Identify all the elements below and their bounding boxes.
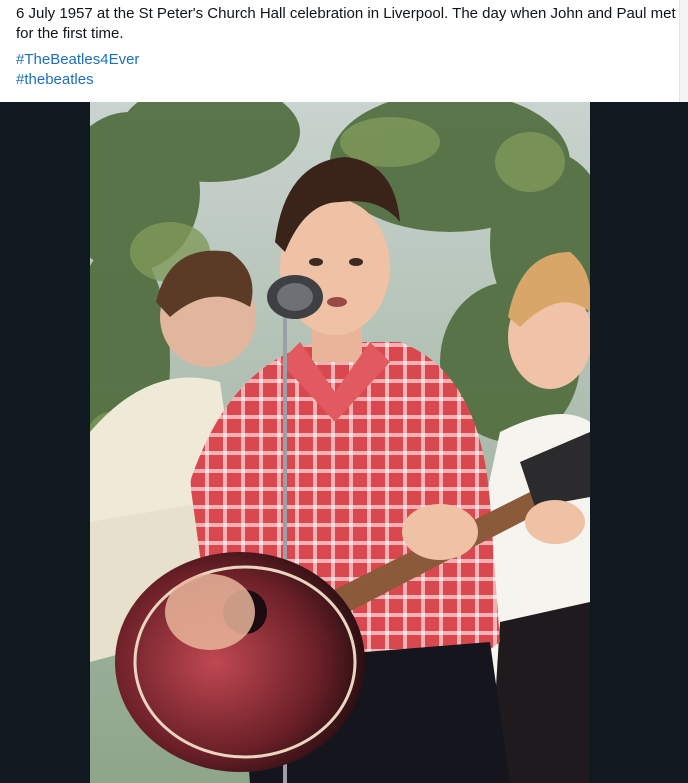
post-photo[interactable]: [90, 102, 590, 783]
post-media[interactable]: [0, 102, 688, 783]
post-text-block: 6 July 1957 at the St Peter's Church Hal…: [16, 4, 676, 90]
hashtag-list: #TheBeatles4Ever #thebeatles: [16, 50, 676, 90]
hashtag-link[interactable]: #TheBeatles4Ever: [16, 50, 676, 70]
post-body-text: 6 July 1957 at the St Peter's Church Hal…: [16, 5, 676, 42]
photo-illustration: [90, 102, 590, 783]
hashtag-link[interactable]: #thebeatles: [16, 70, 676, 90]
social-post: 6 July 1957 at the St Peter's Church Hal…: [0, 0, 688, 783]
scrollbar-track[interactable]: [679, 0, 688, 102]
